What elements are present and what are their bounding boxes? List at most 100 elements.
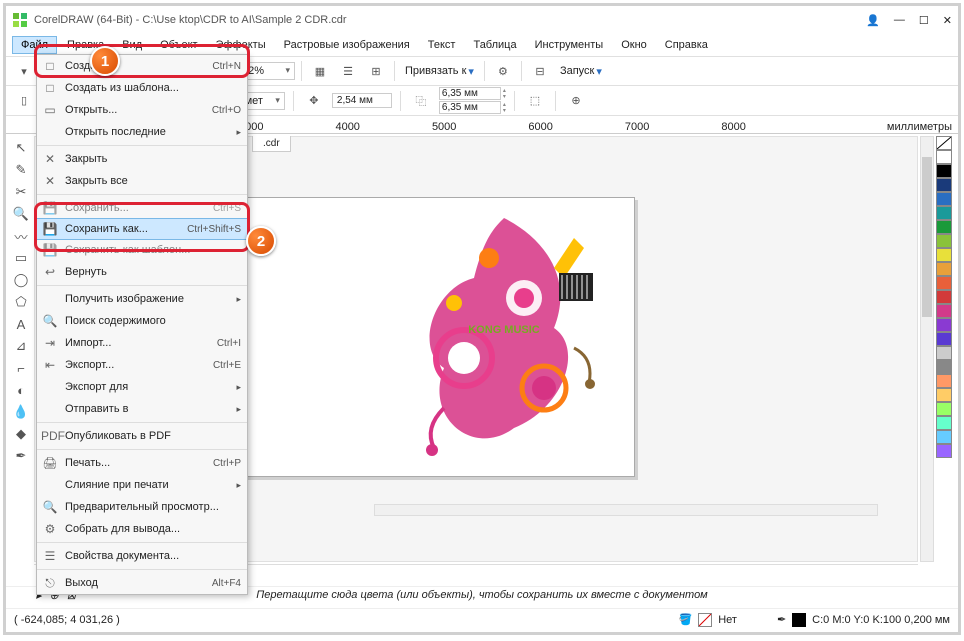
file-menu-item[interactable]: □Создать...Ctrl+N: [37, 55, 247, 77]
file-menu-item[interactable]: 🔍Предварительный просмотр...: [37, 496, 247, 518]
file-menu-item[interactable]: Слияние при печати▸: [37, 474, 247, 496]
file-menu-item[interactable]: ⚙Собрать для вывода...: [37, 518, 247, 540]
menu-bitmaps[interactable]: Растровые изображения: [276, 37, 418, 53]
color-swatch[interactable]: [936, 164, 952, 178]
vertical-scrollbar[interactable]: [920, 136, 934, 562]
new-icon[interactable]: ▾: [12, 59, 36, 83]
rectangle-tool-icon[interactable]: ▭: [11, 248, 31, 268]
color-swatch[interactable]: [936, 388, 952, 402]
menu-item-label: Собрать для вывода...: [65, 523, 241, 535]
maximize-button[interactable]: ☐: [919, 14, 929, 27]
color-swatch[interactable]: [936, 206, 952, 220]
treat-as-filled-icon[interactable]: ⬚: [523, 89, 547, 113]
menu-table[interactable]: Таблица: [465, 37, 524, 53]
horizontal-scrollbar[interactable]: [374, 504, 878, 516]
file-menu-item[interactable]: ✕Закрыть все: [37, 170, 247, 192]
color-swatch[interactable]: [936, 262, 952, 276]
text-tool-icon[interactable]: A: [11, 314, 31, 334]
color-swatch[interactable]: [936, 346, 952, 360]
color-swatch[interactable]: [936, 192, 952, 206]
file-menu-item[interactable]: Экспорт для▸: [37, 376, 247, 398]
pick-tool-icon[interactable]: ↖: [11, 138, 31, 158]
crop-tool-icon[interactable]: ✂: [11, 182, 31, 202]
color-swatch[interactable]: [936, 248, 952, 262]
file-menu-item[interactable]: ☰Свойства документа...: [37, 545, 247, 567]
document-tab[interactable]: .cdr: [252, 136, 291, 152]
menu-text[interactable]: Текст: [420, 37, 464, 53]
file-menu-item[interactable]: ↩Вернуть: [37, 261, 247, 283]
close-button[interactable]: ✕: [943, 14, 952, 27]
file-menu-item[interactable]: ⎋ВыходAlt+F4: [37, 572, 247, 594]
layout-icon[interactable]: ⊟: [528, 59, 552, 83]
dynamic-guides-icon[interactable]: ⊞: [364, 59, 388, 83]
fill-tool-icon[interactable]: ◆: [11, 424, 31, 444]
file-menu-item[interactable]: 🔍Поиск содержимого: [37, 310, 247, 332]
color-swatch[interactable]: [936, 276, 952, 290]
file-menu-item[interactable]: 🖨Печать...Ctrl+P: [37, 452, 247, 474]
color-swatch[interactable]: [936, 234, 952, 248]
menu-object[interactable]: Объект: [152, 37, 205, 53]
color-swatch[interactable]: [936, 374, 952, 388]
file-menu-item[interactable]: ✕Закрыть: [37, 148, 247, 170]
fill-swatch[interactable]: [698, 613, 712, 627]
file-menu-item[interactable]: 💾Сохранить как...Ctrl+Shift+S: [36, 218, 248, 240]
freehand-tool-icon[interactable]: 〰: [11, 226, 31, 246]
menu-item-label: Сохранить...: [65, 202, 213, 214]
outline-swatch[interactable]: [792, 613, 806, 627]
file-menu-item[interactable]: 💾Сохранить...Ctrl+S: [37, 197, 247, 219]
color-swatch[interactable]: [936, 444, 952, 458]
file-menu-item[interactable]: □Создать из шаблона...: [37, 77, 247, 99]
nudge-input[interactable]: 2,54 мм: [332, 93, 392, 108]
snap-to-dropdown[interactable]: Привязать к ▾: [401, 63, 478, 80]
file-menu-item[interactable]: ⇥Импорт...Ctrl+I: [37, 332, 247, 354]
menu-file[interactable]: Файл: [12, 36, 57, 54]
file-menu-item[interactable]: ▭Открыть...Ctrl+O: [37, 99, 247, 121]
user-icon[interactable]: 👤: [866, 14, 880, 27]
dimension-tool-icon[interactable]: ⊿: [11, 336, 31, 356]
launch-dropdown[interactable]: Запуск ▾: [556, 63, 606, 80]
menu-view[interactable]: Вид: [114, 37, 150, 53]
file-menu-item[interactable]: PDFОпубликовать в PDF: [37, 425, 247, 447]
file-menu-item[interactable]: 💾Сохранить как шаблон...: [37, 239, 247, 261]
menu-window[interactable]: Окно: [613, 37, 655, 53]
dup-y-input[interactable]: [439, 101, 501, 114]
artwork[interactable]: KONG MUSIC: [394, 208, 614, 468]
file-menu-item[interactable]: Отправить в▸: [37, 398, 247, 420]
menu-item-label: Сохранить как...: [65, 223, 187, 235]
grid-icon[interactable]: ▦: [308, 59, 332, 83]
color-swatch[interactable]: [936, 290, 952, 304]
color-swatch[interactable]: [936, 318, 952, 332]
options-icon[interactable]: ⚙: [491, 59, 515, 83]
eyedropper-tool-icon[interactable]: 💧: [11, 402, 31, 422]
color-swatch[interactable]: [936, 402, 952, 416]
file-menu-item[interactable]: ⇤Экспорт...Ctrl+E: [37, 354, 247, 376]
file-menu-item[interactable]: Открыть последние▸: [37, 121, 247, 143]
page-orientation-icon[interactable]: ▯: [12, 89, 36, 113]
color-swatch[interactable]: [936, 150, 952, 164]
menu-help[interactable]: Справка: [657, 37, 716, 53]
color-swatch[interactable]: [936, 178, 952, 192]
minimize-button[interactable]: —: [894, 14, 905, 26]
color-swatch[interactable]: [936, 430, 952, 444]
color-swatch[interactable]: [936, 220, 952, 234]
menu-tools[interactable]: Инструменты: [527, 37, 612, 53]
file-menu-item[interactable]: Получить изображение▸: [37, 288, 247, 310]
color-swatch[interactable]: [936, 304, 952, 318]
dup-x-input[interactable]: [439, 87, 501, 100]
menu-effects[interactable]: Эффекты: [208, 37, 274, 53]
zoom-tool-icon[interactable]: 🔍: [11, 204, 31, 224]
outline-tool-icon[interactable]: ✒: [11, 446, 31, 466]
shape-tool-icon[interactable]: ✎: [11, 160, 31, 180]
add-icon[interactable]: ⊕: [564, 89, 588, 113]
color-swatch[interactable]: [936, 332, 952, 346]
polygon-tool-icon[interactable]: ⬠: [11, 292, 31, 312]
connector-tool-icon[interactable]: ⌐: [11, 358, 31, 378]
ellipse-tool-icon[interactable]: ◯: [11, 270, 31, 290]
color-swatch[interactable]: [936, 360, 952, 374]
no-color-swatch[interactable]: [936, 136, 952, 150]
duplicate-offset-inputs[interactable]: ▴▾ ▴▾: [439, 87, 506, 114]
effects-tool-icon[interactable]: ◐: [11, 380, 31, 400]
color-swatch[interactable]: [936, 416, 952, 430]
guides-icon[interactable]: ☰: [336, 59, 360, 83]
menu-item-label: Слияние при печати: [65, 479, 236, 491]
